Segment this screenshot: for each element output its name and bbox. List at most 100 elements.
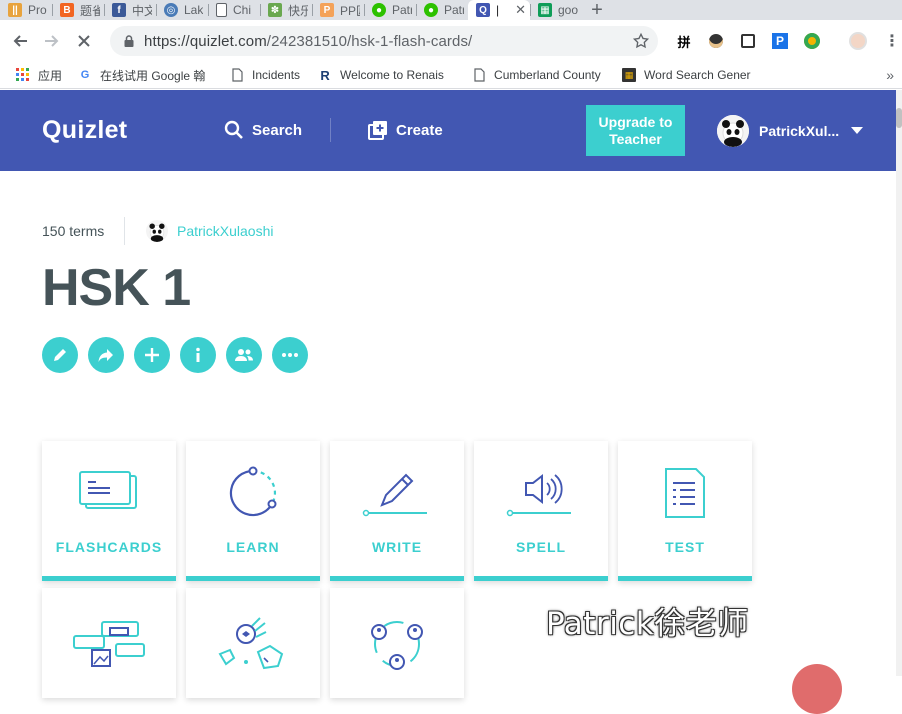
p-extension-icon[interactable]: P bbox=[770, 31, 790, 51]
page-title: HSK 1 bbox=[42, 259, 191, 317]
info-icon bbox=[196, 347, 200, 362]
flashcards-icon bbox=[79, 471, 137, 509]
edit-button[interactable] bbox=[42, 337, 78, 373]
browser-tab[interactable]: Chi bbox=[208, 0, 260, 20]
site-header: Quizlet Search Create Upgrade to Teacher… bbox=[0, 90, 896, 171]
match-icon bbox=[73, 621, 145, 667]
browser-tab-strip: ||Pro B题雀 f中文 ◎Lak Chi ✽快乐 PPP匠 ●Patr ●P… bbox=[0, 0, 902, 21]
browser-tab[interactable]: || Pro bbox=[0, 0, 52, 20]
browser-menu-icon[interactable]: ⋮ bbox=[882, 31, 902, 51]
upgrade-to-teacher-button[interactable]: Upgrade to Teacher bbox=[586, 105, 685, 156]
floating-help-button[interactable] bbox=[792, 664, 842, 714]
more-bookmarks-icon[interactable]: » bbox=[886, 67, 894, 83]
browser-tab[interactable]: ● Patr bbox=[364, 0, 416, 20]
bookmark-word-search[interactable]: ▦ Word Search Gener bbox=[622, 68, 758, 82]
close-tab-icon[interactable]: ✕ bbox=[515, 2, 526, 18]
facebook-icon: f bbox=[112, 3, 126, 17]
share-button[interactable] bbox=[88, 337, 124, 373]
study-mode-match[interactable] bbox=[42, 588, 176, 698]
bookmark-google-translate[interactable]: G 在线试用 Google 翰 bbox=[78, 67, 210, 84]
divider bbox=[124, 217, 125, 245]
forward-button[interactable] bbox=[36, 25, 68, 57]
ninja-extension-icon[interactable] bbox=[706, 31, 726, 51]
info-button[interactable] bbox=[180, 337, 216, 373]
globe-icon: ◎ bbox=[164, 3, 178, 17]
share-icon bbox=[98, 349, 113, 362]
renaissance-r-icon: R bbox=[320, 68, 330, 82]
speaker-icon bbox=[506, 473, 571, 517]
add-icon bbox=[145, 348, 159, 362]
set-actions bbox=[42, 337, 318, 373]
google-g-icon: G bbox=[80, 69, 90, 81]
video-watermark: Patrick徐老师 bbox=[546, 606, 749, 642]
create-set-icon bbox=[368, 121, 387, 140]
browser-tab-active[interactable]: Q | ✕ bbox=[468, 0, 530, 20]
bookmark-apps[interactable]: 应用 bbox=[16, 67, 62, 84]
browser-tab[interactable]: ▦ goo bbox=[530, 0, 582, 20]
browser-tab[interactable]: ◎ Lak bbox=[156, 0, 208, 20]
bookmark-renaissance[interactable]: R Welcome to Renais bbox=[318, 68, 454, 82]
more-icon bbox=[282, 353, 298, 357]
google-sheets-icon: ▦ bbox=[538, 3, 552, 17]
stop-button[interactable] bbox=[68, 25, 100, 57]
flower-icon: ✽ bbox=[268, 3, 282, 17]
term-count: 150 terms bbox=[42, 223, 105, 239]
share-with-group-button[interactable] bbox=[226, 337, 262, 373]
wechat-icon: ● bbox=[372, 3, 386, 17]
blogger-icon: B bbox=[60, 3, 74, 17]
close-icon bbox=[78, 35, 90, 47]
bookmark-star-icon[interactable] bbox=[632, 32, 650, 50]
add-to-class-button[interactable] bbox=[134, 337, 170, 373]
browser-tab[interactable]: f 中文 bbox=[104, 0, 156, 20]
more-options-button[interactable] bbox=[272, 337, 308, 373]
study-mode-write[interactable]: WRITE bbox=[330, 441, 464, 581]
new-tab-button[interactable]: + bbox=[582, 0, 612, 21]
browser-tab[interactable]: ● Patr bbox=[416, 0, 468, 20]
page-icon bbox=[232, 68, 243, 82]
study-mode-live[interactable] bbox=[330, 588, 464, 698]
avatar bbox=[717, 115, 749, 147]
apps-grid-icon bbox=[16, 68, 29, 81]
back-button[interactable] bbox=[4, 25, 36, 57]
search-icon bbox=[224, 120, 243, 139]
panda-avatar-icon bbox=[717, 115, 749, 147]
browser-tab[interactable]: B 题雀 bbox=[52, 0, 104, 20]
panda-avatar-icon bbox=[146, 220, 168, 242]
live-group-icon bbox=[371, 621, 423, 670]
lightbulb-extension-icon[interactable] bbox=[738, 31, 758, 51]
pencil-icon bbox=[362, 473, 427, 517]
search-button[interactable]: Search bbox=[224, 120, 302, 140]
page-icon bbox=[474, 68, 485, 82]
creator-link[interactable]: PatrickXulaoshi bbox=[146, 220, 274, 242]
gravity-asteroid-icon bbox=[218, 617, 284, 670]
tab-favicon-icon: || bbox=[8, 3, 22, 17]
study-mode-gravity[interactable] bbox=[186, 588, 320, 698]
profile-avatar-icon[interactable] bbox=[848, 31, 868, 51]
lock-icon bbox=[124, 35, 134, 47]
pinyin-extension-icon[interactable]: 拼 bbox=[674, 31, 694, 51]
scrollbar-thumb[interactable] bbox=[896, 108, 902, 128]
study-mode-learn[interactable]: LEARN bbox=[186, 441, 320, 581]
quizlet-logo[interactable]: Quizlet bbox=[42, 116, 127, 145]
bookmark-cumberland[interactable]: Cumberland County bbox=[472, 68, 608, 82]
header-divider bbox=[330, 118, 331, 142]
arrow-right-icon bbox=[45, 35, 59, 47]
address-bar[interactable]: https://quizlet.com/242381510/hsk-1-flas… bbox=[110, 26, 658, 56]
arrow-left-icon bbox=[13, 35, 27, 47]
bookmark-incidents[interactable]: Incidents bbox=[230, 68, 300, 82]
browser-tab[interactable]: ✽ 快乐 bbox=[260, 0, 312, 20]
study-mode-flashcards[interactable]: FLASHCARDS bbox=[42, 441, 176, 581]
user-menu[interactable]: PatrickXul... bbox=[717, 115, 864, 147]
puzzle-icon: ▦ bbox=[622, 68, 637, 82]
create-button[interactable]: Create bbox=[368, 120, 443, 140]
study-mode-spell[interactable]: SPELL bbox=[474, 441, 608, 581]
study-mode-test[interactable]: TEST bbox=[618, 441, 752, 581]
quizlet-q-icon: Q bbox=[476, 3, 490, 17]
colorful-extension-icon[interactable] bbox=[802, 31, 822, 51]
bookmarks-bar: 应用 G 在线试用 Google 翰 Incidents R Welcome t… bbox=[0, 62, 902, 89]
page-scrollbar[interactable] bbox=[896, 90, 902, 676]
browser-tab[interactable]: PPP匠 bbox=[312, 0, 364, 20]
page-icon bbox=[216, 3, 227, 17]
test-document-icon bbox=[665, 468, 705, 518]
wechat-icon: ● bbox=[424, 3, 438, 17]
